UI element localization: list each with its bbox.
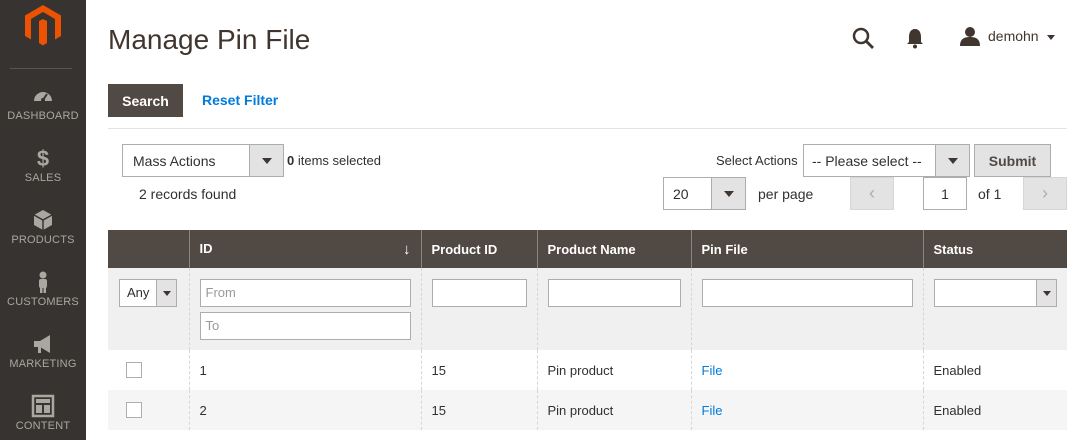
items-selected: 0 items selected [287,153,381,168]
mass-actions-label: Mass Actions [133,152,216,169]
cell-id: 1 [188,350,421,390]
previous-page-button[interactable]: ‹ [850,177,894,210]
row-select-cell [108,350,189,390]
submit-button[interactable]: Submit [974,144,1051,177]
page-title: Manage Pin File [108,24,311,55]
sidebar-item-customers[interactable]: CUSTOMERS [0,270,86,308]
filter-cell [922,268,1067,350]
chevron-down-icon [156,280,176,306]
cell-status: Enabled [922,350,1067,390]
main-content: Manage Pin File demohn Search Reset Filt… [86,0,1077,440]
sidebar-item-marketing[interactable]: MARKETING [0,332,86,370]
column-header-id[interactable]: ID ↓ [188,230,421,268]
sidebar-item-label: DASHBOARD [7,110,79,122]
cell-status: Enabled [922,390,1067,430]
filter-cell [420,268,537,350]
cell-pin-file: File [690,350,923,390]
table-row: 1 15 Pin product File Enabled [108,350,1067,390]
user-menu[interactable]: demohn [960,26,1055,46]
column-header-product-name[interactable]: Product Name [536,230,691,268]
reset-filter-link[interactable]: Reset Filter [202,92,278,108]
table-row: 2 15 Pin product File Enabled [108,390,1067,430]
sidebar-item-label: CONTENT [15,420,71,432]
filter-cell: From To [188,268,421,350]
any-select[interactable]: Any [119,279,177,307]
column-header-status[interactable]: Status [922,230,1067,268]
sidebar-item-dashboard[interactable]: DASHBOARD [0,84,86,122]
pin-file-link[interactable]: File [702,363,723,378]
search-icon[interactable] [851,26,875,50]
per-page-select[interactable]: 20 [663,177,746,210]
sidebar-item-products[interactable]: PRODUCTS [0,208,86,246]
sidebar-item-label: PRODUCTS [11,234,75,246]
row-checkbox[interactable] [126,362,142,378]
cell-product-name: Pin product [536,390,691,430]
dashboard-icon [34,92,52,102]
grid-header-row: ID ↓ Product ID Product Name Pin File Sta… [108,230,1067,268]
sidebar-item-label: MARKETING [9,358,77,370]
chevron-down-icon [935,145,969,176]
sidebar-item-label: CUSTOMERS [7,296,79,308]
divider [108,128,1067,129]
per-page-value: 20 [673,185,689,202]
per-page-label: per page [758,186,814,202]
sidebar-item-sales[interactable]: $ SALES [0,146,86,184]
cell-product-id: 15 [420,390,537,430]
product-name-filter-input[interactable] [547,279,681,307]
total-pages: of 1 [978,186,1002,202]
person-icon [39,271,47,293]
layout-icon [31,394,55,418]
sidebar-divider [10,68,72,69]
filter-row: Any From To [108,268,1067,350]
id-from-input[interactable]: From [199,279,411,307]
page-number-input[interactable]: 1 [923,177,967,210]
items-selected-count: 0 [287,153,295,168]
admin-sidebar: DASHBOARD $ SALES PRODUCTS CUSTOMERS MAR… [0,0,86,440]
search-button[interactable]: Search [108,84,183,117]
chevron-down-icon [249,145,283,176]
cell-pin-file: File [690,390,923,430]
any-select-value: Any [127,285,150,300]
filter-cell [536,268,691,350]
cell-id: 2 [188,390,421,430]
svg-text:$: $ [37,146,49,170]
row-checkbox[interactable] [126,402,142,418]
select-actions-label: Select Actions [716,153,798,168]
user-icon [960,27,980,46]
username: demohn [988,28,1039,44]
cell-product-name: Pin product [536,350,691,390]
dollar-icon: $ [37,146,49,170]
pin-file-link[interactable]: File [702,403,723,418]
column-header-pin-file[interactable]: Pin File [690,230,923,268]
pin-file-filter-input[interactable] [701,279,913,307]
select-actions-dropdown[interactable]: -- Please select -- [803,144,970,177]
column-header-select [108,230,189,268]
row-select-cell [108,390,189,430]
data-grid: ID ↓ Product ID Product Name Pin File Sta… [108,230,1067,430]
items-selected-text: items selected [297,153,381,168]
bell-icon[interactable] [905,27,925,49]
column-header-product-id[interactable]: Product ID [420,230,537,268]
mass-actions-select[interactable]: Mass Actions [122,144,284,177]
megaphone-icon [34,335,50,353]
records-found: 2 records found [139,186,237,202]
column-header-label: ID [199,240,213,256]
sidebar-item-label: SALES [24,172,62,184]
sidebar-item-content[interactable]: CONTENT [0,394,86,432]
chevron-down-icon [711,178,745,209]
filter-cell [690,268,923,350]
magento-logo-icon[interactable] [24,4,62,46]
chevron-down-icon [1036,280,1056,306]
chevron-down-icon [1046,34,1055,40]
select-actions-value: -- Please select -- [812,152,922,169]
cube-icon [33,210,53,230]
next-page-button[interactable]: › [1023,177,1067,210]
filter-cell: Any [108,268,189,350]
id-to-input[interactable]: To [199,312,411,340]
status-filter-select[interactable] [933,279,1057,307]
product-id-filter-input[interactable] [431,279,527,307]
sort-arrow-icon: ↓ [403,240,411,258]
cell-product-id: 15 [420,350,537,390]
